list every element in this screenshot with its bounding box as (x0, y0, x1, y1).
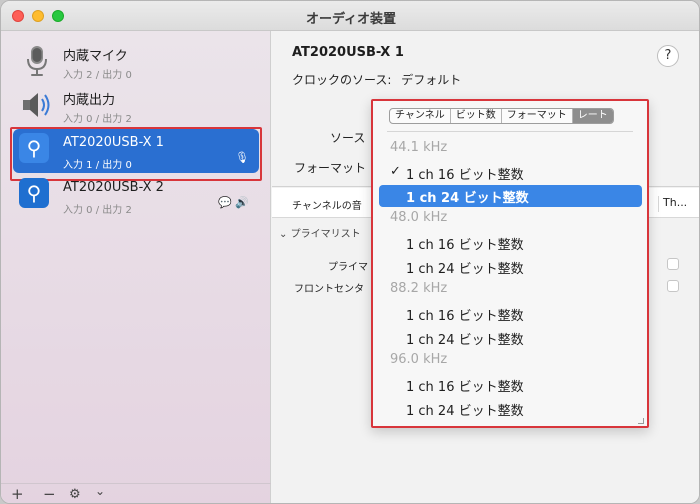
device-item-builtin-mic[interactable]: 内蔵マイク 入力 2 / 出力 0 (13, 39, 259, 83)
menu-item-96k-24bit[interactable]: 1 ch 24 ビット整数 (373, 398, 647, 420)
device-io: 入力 0 / 出力 2 (63, 205, 132, 216)
format-popup-menu: チャンネル ビット数 フォーマット レート 44.1 kHz ✓ 1 ch 16… (371, 99, 649, 428)
device-item-builtin-output[interactable]: 内蔵出力 入力 0 / 出力 2 (13, 83, 259, 127)
thru-header: Th... (658, 196, 687, 212)
channel-row-primary: プライマ (328, 262, 368, 273)
device-io: 入力 2 / 出力 0 (63, 70, 132, 81)
audio-devices-window: オーディオ装置 内蔵マイク 入力 2 / 出力 0 内蔵出力 入力 0 / 出力… (0, 0, 700, 504)
device-io: 入力 0 / 出力 2 (63, 114, 132, 125)
tab-format[interactable]: フォーマット (502, 109, 573, 123)
menu-separator (387, 131, 633, 132)
clock-source-label: クロックのソース: (292, 73, 392, 87)
alert-speaker-icon: 💬 🔊 (218, 196, 249, 209)
device-item-at2020usb-x-2[interactable]: ⚲ AT2020USB-X 2 入力 0 / 出力 2 💬 🔊 (13, 174, 259, 218)
add-device-button[interactable]: + (11, 485, 24, 503)
gear-icon[interactable]: ⚙ (69, 487, 81, 502)
device-name: 内蔵マイク (63, 49, 128, 64)
device-name: 内蔵出力 (63, 93, 116, 108)
primary-stream-label: プライマリスト (290, 229, 361, 240)
microphone-icon (27, 46, 47, 76)
device-sidebar: 内蔵マイク 入力 2 / 出力 0 内蔵出力 入力 0 / 出力 2 ⚲ AT2… (1, 31, 271, 503)
sort-segmented-control: チャンネル ビット数 フォーマット レート (389, 108, 614, 124)
remove-device-button[interactable]: − (43, 485, 56, 503)
chevron-down-icon[interactable]: ⌄ (95, 484, 105, 498)
usb-icon: ⚲ (19, 178, 49, 208)
rate-header-88k: 88.2 kHz (390, 281, 448, 296)
rate-header-44k: 44.1 kHz (390, 140, 448, 155)
channel-volume-header: チャンネルの音 (292, 201, 362, 212)
channel-row-front-center: フロントセンタ (294, 284, 364, 295)
tab-bit-depth[interactable]: ビット数 (451, 109, 502, 123)
device-name: AT2020USB-X 2 (63, 180, 164, 195)
rate-header-48k: 48.0 kHz (390, 210, 448, 225)
device-title: AT2020USB-X 1 (292, 45, 404, 60)
sidebar-toolbar: + − ⚙ ⌄ (1, 483, 271, 503)
menu-item-44k-16bit[interactable]: ✓ 1 ch 16 ビット整数 (373, 162, 647, 184)
annotation-frame-device (10, 127, 262, 181)
resize-handle[interactable] (638, 418, 644, 424)
menu-item-96k-16bit[interactable]: 1 ch 16 ビット整数 (373, 374, 647, 396)
menu-item-48k-16bit[interactable]: 1 ch 16 ビット整数 (373, 232, 647, 254)
tab-channel[interactable]: チャンネル (390, 109, 451, 123)
menu-item-88k-16bit[interactable]: 1 ch 16 ビット整数 (373, 303, 647, 325)
clock-source: クロックのソース: デフォルト (292, 71, 461, 88)
chevron-down-icon: ⌄ (279, 229, 288, 240)
checkmark-icon: ✓ (390, 164, 401, 179)
title-bar: オーディオ装置 (1, 1, 699, 31)
source-label: ソース (330, 131, 366, 145)
clock-source-value[interactable]: デフォルト (401, 73, 461, 87)
format-label: フォーマット (294, 161, 367, 175)
rate-header-96k: 96.0 kHz (390, 352, 448, 367)
thru-checkbox-front-center[interactable] (667, 280, 679, 292)
menu-item-44k-24bit[interactable]: 1 ch 24 ビット整数 (379, 185, 642, 207)
thru-checkbox-primary[interactable] (667, 258, 679, 270)
window-title: オーディオ装置 (305, 12, 397, 27)
speaker-icon (23, 93, 50, 117)
primary-stream-disclosure[interactable]: ⌄ プライマリスト (279, 225, 361, 240)
menu-item-88k-24bit[interactable]: 1 ch 24 ビット整数 (373, 327, 647, 349)
menu-item-48k-24bit[interactable]: 1 ch 24 ビット整数 (373, 256, 647, 278)
tab-rate[interactable]: レート (572, 109, 613, 123)
help-button[interactable]: ? (657, 45, 679, 67)
